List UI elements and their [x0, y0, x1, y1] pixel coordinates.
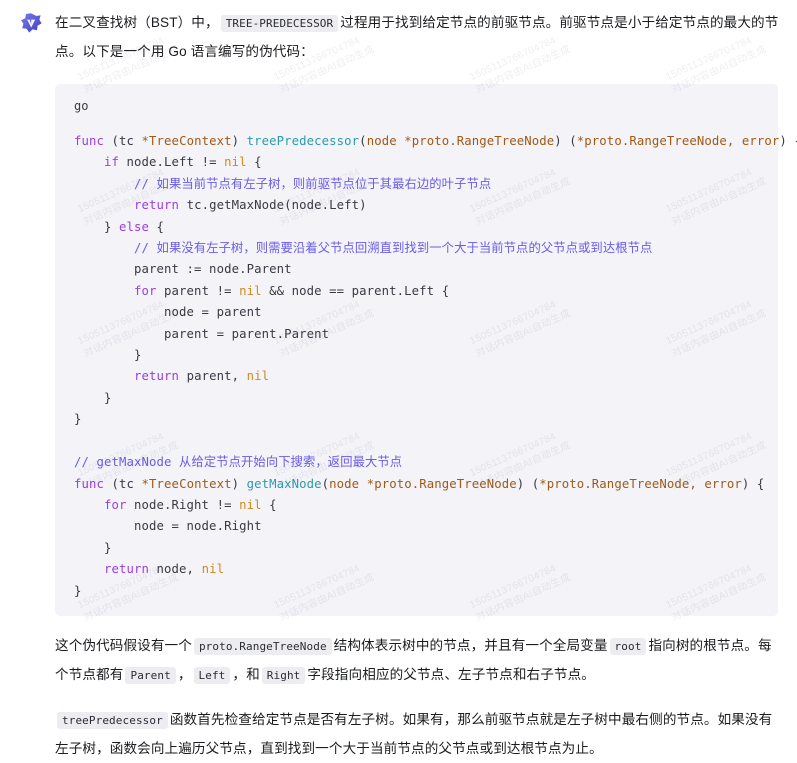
inline-code-root: root	[609, 637, 647, 655]
intro-text-part1: 在二叉查找树（BST）中，	[55, 15, 219, 30]
code-token: return	[134, 198, 187, 213]
code-token: (tc	[111, 134, 142, 148]
code-block: go func (tc *TreeContext) treePredecesso…	[55, 84, 797, 616]
explanation-paragraph-1: 这个伪代码假设有一个 proto.RangeTreeNode 结构体表示树中的节点，…	[55, 632, 780, 690]
inline-code-tree-predecessor: TREE-PREDECESSOR	[220, 15, 339, 32]
code-token: node = parent	[74, 305, 262, 320]
intro-paragraph: 在二叉查找树（BST）中， TREE-PREDECESSOR 过程用于找到给定节点的…	[55, 9, 780, 66]
code-token: // getMaxNode 从给定节点开始向下搜索，返回最大节点	[74, 455, 403, 470]
code-token: nil	[201, 562, 225, 577]
code-token: }	[74, 540, 112, 555]
exp1-text4: 字段指向相应的父节点、左子节点和右子节点。	[307, 666, 595, 682]
code-token: // 如果没有左子树，则需要沿着父节点回溯直到找到一个大于当前节点的父节点或到达…	[134, 241, 653, 256]
assistant-message-body: 在二叉查找树（BST）中， TREE-PREDECESSOR 过程用于找到给定节点的…	[44, 9, 797, 616]
code-token: {	[149, 219, 165, 234]
code-token: node *proto.RangeTreeNode	[366, 134, 555, 148]
code-token: ) {	[741, 476, 765, 491]
code-token: node,	[156, 562, 202, 577]
exp1-text2: 结构体表示树中的节点，并且有一个全局变量	[333, 637, 608, 653]
code-token: ) (	[554, 134, 577, 148]
code-token: func	[74, 476, 112, 491]
code-token: for	[134, 283, 165, 298]
inline-code-right: Right	[261, 666, 306, 684]
explanation-paragraph-2: treePredecessor 函数首先检查给定节点是否有左子树。如果有，那么前驱…	[55, 706, 780, 763]
exp1-sep2: ，和	[232, 666, 260, 682]
code-token: (tc	[111, 476, 142, 491]
assistant-message-row: 在二叉查找树（BST）中， TREE-PREDECESSOR 过程用于找到给定节点的…	[0, 0, 797, 616]
code-token: }	[74, 390, 112, 405]
code-token: node *proto.RangeTreeNode	[329, 476, 517, 491]
code-token: if	[104, 155, 127, 170]
inline-code-proto-rangetreenode: proto.RangeTreeNode	[193, 637, 332, 655]
code-token: node.Right !=	[134, 497, 240, 512]
code-token: // 如果当前节点有左子树，则前驱节点位于其最右边的叶子节点	[134, 176, 492, 191]
code-token: for	[104, 497, 135, 512]
inline-code-left: Left	[193, 666, 231, 684]
code-token: func	[74, 134, 112, 148]
code-token: && node == parent.Left {	[261, 283, 450, 298]
code-token: parent,	[186, 369, 247, 384]
code-token: treePredecessor	[246, 134, 360, 148]
exp1-text1: 这个伪代码假设有一个	[55, 637, 192, 653]
code-token: ) (	[516, 476, 540, 491]
inline-code-treepredecessor-2: treePredecessor	[57, 711, 168, 729]
code-token: ) {	[779, 134, 797, 148]
code-token: nil	[246, 369, 270, 384]
code-token: parent := node.Parent	[74, 262, 292, 277]
code-token: parent !=	[164, 283, 240, 298]
code-language-label: go	[74, 99, 89, 113]
code-content[interactable]: func (tc *TreeContext) treePredecessor(n…	[55, 131, 797, 602]
assistant-avatar	[17, 10, 44, 37]
code-token: {	[261, 497, 277, 512]
code-token: *TreeContext	[141, 476, 232, 491]
code-token: nil	[239, 283, 262, 298]
code-token: }	[74, 348, 142, 363]
code-token: getMaxNode	[246, 476, 322, 491]
code-token: node = node.Right	[74, 519, 262, 534]
code-token: *proto.RangeTreeNode, error	[539, 476, 742, 491]
code-token: parent = parent.Parent	[74, 326, 330, 341]
inline-code-parent: Parent	[125, 666, 176, 684]
code-token: else	[119, 219, 150, 234]
code-token: )	[231, 134, 247, 148]
code-token: }	[74, 219, 120, 234]
code-token: tc.getMaxNode(node.Left)	[186, 198, 367, 213]
code-token: return	[134, 369, 187, 384]
code-token: *proto.RangeTreeNode, error	[576, 134, 780, 148]
code-token: {	[246, 155, 262, 170]
code-token: nil	[224, 155, 247, 170]
code-token: node.Left !=	[126, 155, 225, 170]
assistant-logo-icon	[18, 11, 44, 37]
code-token: return	[104, 562, 157, 577]
code-token: *TreeContext	[141, 134, 232, 148]
code-token: }	[74, 583, 82, 598]
explanation-section: 这个伪代码假设有一个 proto.RangeTreeNode 结构体表示树中的节点，…	[0, 632, 797, 763]
exp1-sep1: ，	[177, 666, 192, 682]
code-token: }	[74, 412, 82, 427]
code-token: )	[231, 476, 247, 491]
code-token: nil	[239, 497, 262, 512]
code-token: (	[359, 134, 367, 148]
